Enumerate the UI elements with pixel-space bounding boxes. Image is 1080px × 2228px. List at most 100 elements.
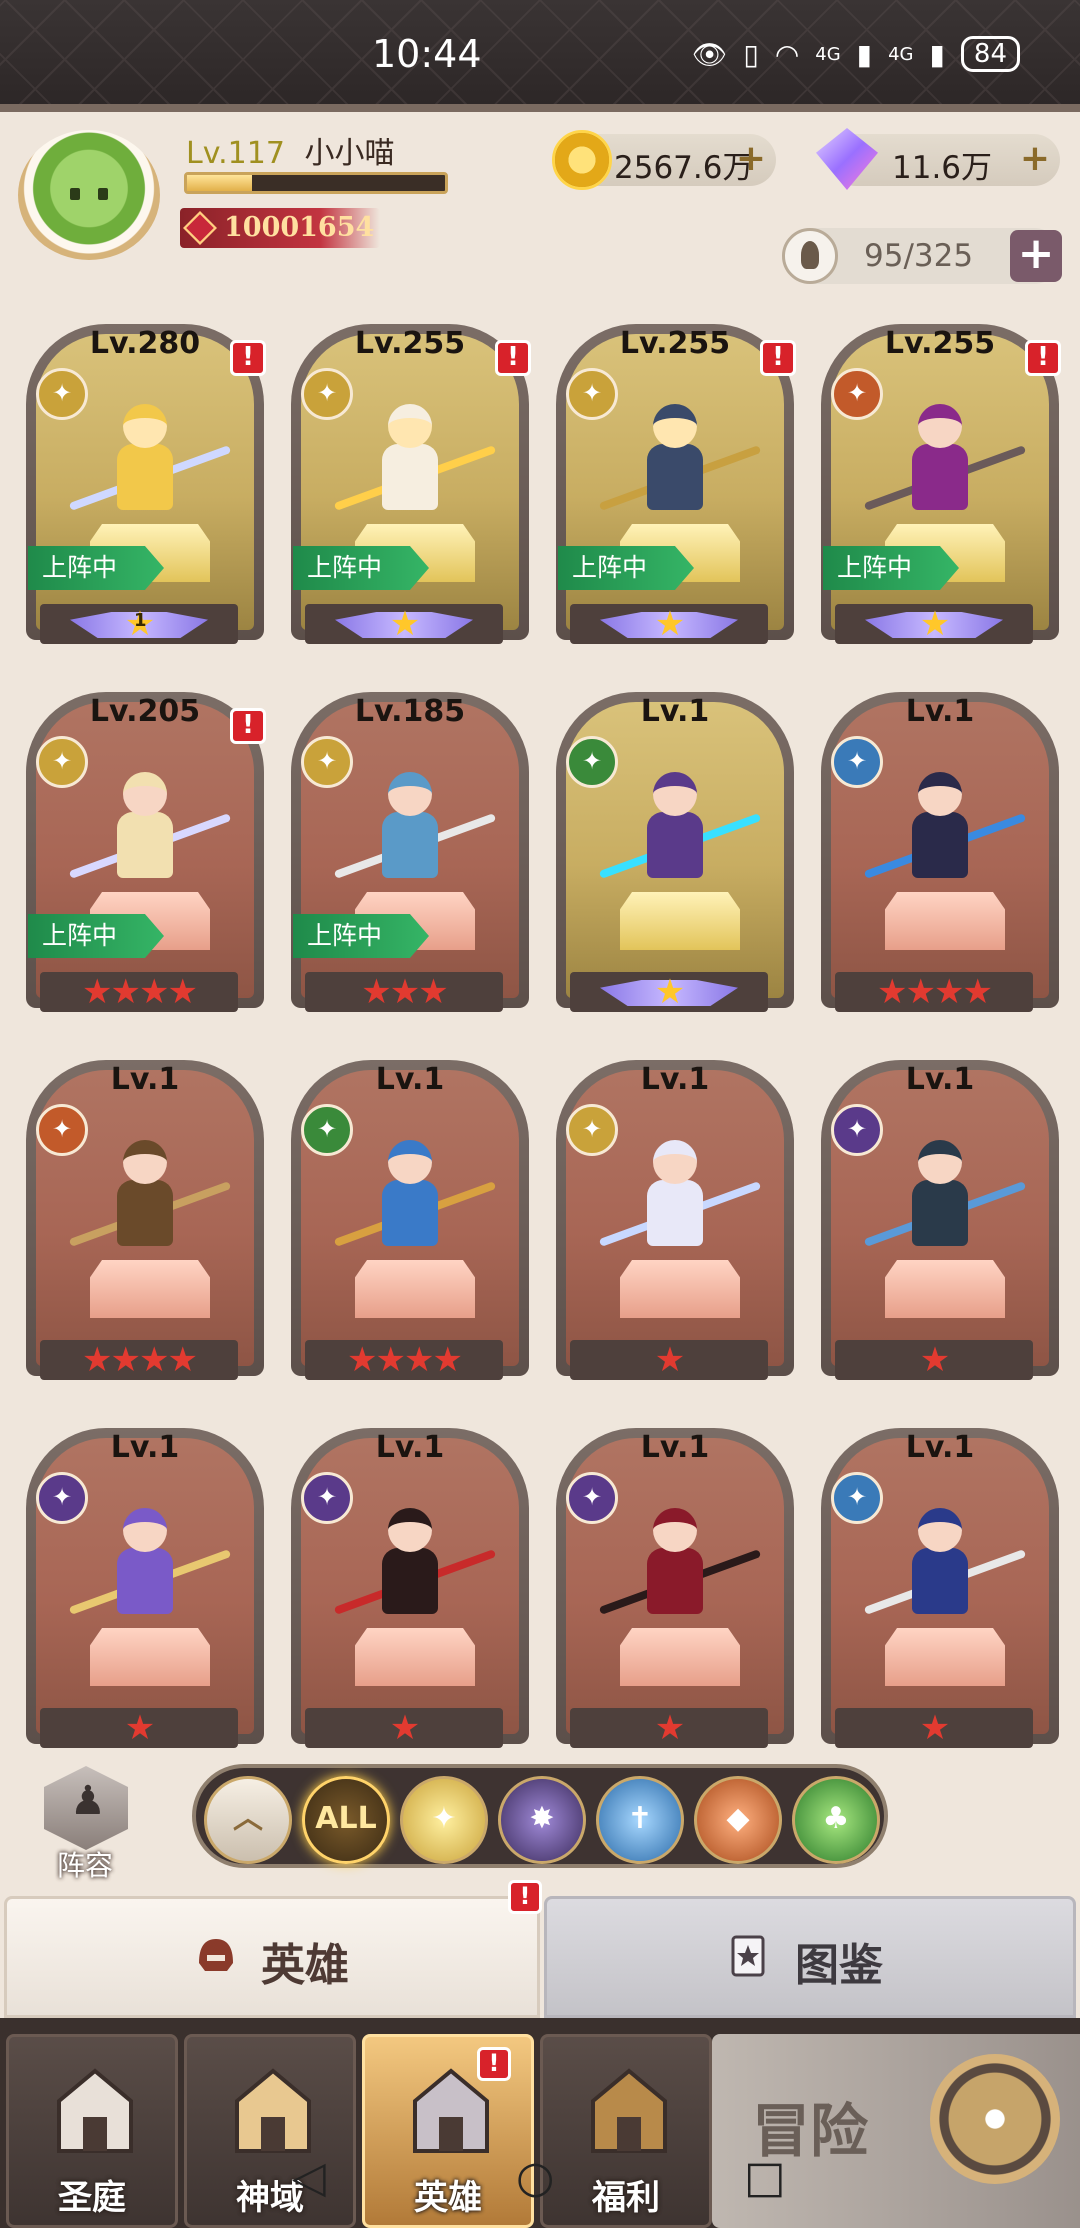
signal-label-2: 4G: [888, 43, 914, 65]
hero-star-bar: ★: [835, 1708, 1033, 1748]
player-name: 小小喵: [304, 136, 395, 171]
hero-card[interactable]: Lv.1 ✦ ★: [550, 682, 800, 1018]
tab-codex-label: 图鉴: [795, 1940, 883, 1991]
header-divider: [0, 104, 1080, 112]
hero-stars: ★: [389, 1708, 421, 1748]
system-back-icon[interactable]: ◁: [292, 2152, 326, 2203]
add-diamond-icon[interactable]: +: [1020, 138, 1050, 179]
exp-bar: [184, 172, 448, 194]
hero-card[interactable]: Lv.205 ✦! 上阵中 ★★★★: [20, 682, 270, 1018]
hero-star-bar: ★: [570, 1708, 768, 1748]
hero-card[interactable]: Lv.1 ✦ ★★★★: [285, 1050, 535, 1386]
filter-nature-icon[interactable]: ♣: [792, 1776, 880, 1864]
hero-card[interactable]: Lv.1 ✦ ★★★★: [815, 682, 1065, 1018]
deployed-tag: 上阵中: [28, 546, 164, 590]
eye-icon: 👁: [691, 37, 728, 71]
hero-star-count: 1: [134, 610, 147, 631]
gold-display[interactable]: 2567.6万 +: [552, 130, 776, 190]
hero-level: Lv.1: [110, 1062, 180, 1097]
tab-hero-label: 英雄: [261, 1940, 349, 1991]
hero-card[interactable]: Lv.255 ✦! 上阵中 ★: [285, 314, 535, 650]
hero-star-bar: ★★★★: [40, 972, 238, 1012]
hero-level: Lv.1: [640, 1062, 710, 1097]
hero-card[interactable]: Lv.1 ✦ ★: [815, 1418, 1065, 1754]
hero-body: [912, 1180, 968, 1246]
filter-holy-icon[interactable]: ✝: [596, 1776, 684, 1864]
faction-light-icon: ✦: [566, 1104, 618, 1156]
filter-collapse-icon[interactable]: ︿: [204, 1776, 292, 1864]
player-avatar[interactable]: [18, 130, 160, 260]
hero-card[interactable]: Lv.255 ✦! 上阵中 ★: [815, 314, 1065, 650]
gold-coin-icon: [552, 130, 612, 190]
hero-sprite: [863, 1508, 1027, 1628]
lineup-button[interactable]: 阵容: [30, 1766, 140, 1882]
hero-body: [117, 812, 173, 878]
faction-dark-icon: ✦: [566, 1472, 618, 1524]
hero-capacity: 95/325 +: [782, 228, 1062, 284]
hero-pedestal: [355, 1260, 475, 1318]
nav-chest[interactable]: 福利: [540, 2034, 712, 2228]
hero-level: Lv.1: [640, 1430, 710, 1465]
combat-power: 10001654: [180, 208, 380, 248]
deployed-tag: 上阵中: [823, 546, 959, 590]
deployed-tag: 上阵中: [558, 546, 694, 590]
diamond-display[interactable]: 11.6万 +: [816, 128, 1060, 190]
hero-pedestal: [620, 1260, 740, 1318]
hero-head: [653, 404, 697, 448]
avatar-eye-right: [98, 188, 108, 200]
hero-head: [388, 1140, 432, 1184]
nav-shrine-icon: [235, 2068, 311, 2153]
system-recent-icon[interactable]: □: [744, 2152, 786, 2203]
hero-card[interactable]: Lv.1 ✦ ★: [20, 1418, 270, 1754]
diamond-icon: [816, 128, 878, 190]
nav-castle[interactable]: 圣庭: [6, 2034, 178, 2228]
hero-sprite: [863, 1140, 1027, 1260]
add-gold-icon[interactable]: +: [736, 138, 766, 179]
hero-card[interactable]: Lv.1 ✦ ★★★★: [20, 1050, 270, 1386]
hero-head: [123, 1140, 167, 1184]
nav-label: 神域: [236, 2178, 304, 2218]
hero-head: [918, 1140, 962, 1184]
tab-hero[interactable]: 英雄: [4, 1896, 540, 2018]
hero-card[interactable]: Lv.1 ✦ ★: [285, 1418, 535, 1754]
hero-card[interactable]: Lv.185 ✦ 上阵中 ★★★: [285, 682, 535, 1018]
hero-sprite: [68, 772, 232, 892]
hero-card[interactable]: Lv.1 ✦ ★: [815, 1050, 1065, 1386]
hero-pedestal: [90, 1628, 210, 1686]
hero-card[interactable]: Lv.1 ✦ ★: [550, 1050, 800, 1386]
hero-star-bar: ★: [40, 1708, 238, 1748]
hero-sprite: [68, 1140, 232, 1260]
vibrate-icon: ▯: [743, 37, 759, 71]
hero-stars: ★: [919, 1340, 951, 1380]
hero-body: [912, 444, 968, 510]
nav-shrine[interactable]: 神域: [184, 2034, 356, 2228]
hero-body: [382, 1548, 438, 1614]
diamond-value: 11.6万: [892, 150, 993, 186]
tab-codex[interactable]: 图鉴: [544, 1896, 1076, 2018]
hero-sprite: [863, 772, 1027, 892]
hero-sprite: [333, 1508, 497, 1628]
tab-hero-alert-icon: !: [508, 1880, 542, 1914]
signal-label-1: 4G: [815, 43, 841, 65]
faction-holy-icon: ✦: [831, 1472, 883, 1524]
filter-dark-icon[interactable]: ✸: [498, 1776, 586, 1864]
expand-capacity-button[interactable]: +: [1010, 230, 1062, 282]
player-info: Lv.117 小小喵: [186, 128, 394, 172]
hero-card[interactable]: Lv.280 ✦! 上阵中 ★ 1: [20, 314, 270, 650]
filter-beast-icon[interactable]: ◆: [694, 1776, 782, 1864]
filter-all-button[interactable]: ALL: [302, 1776, 390, 1864]
hero-star-bar: ★★★★: [40, 1340, 238, 1380]
hero-body: [647, 812, 703, 878]
system-home-icon[interactable]: ○: [516, 2152, 554, 2203]
hero-pedestal: [885, 1260, 1005, 1318]
hero-star-bar: ★★★: [305, 972, 503, 1012]
hero-stars: ★: [919, 1708, 951, 1748]
hero-card[interactable]: Lv.1 ✦ ★: [550, 1418, 800, 1754]
hero-sprite: [598, 1140, 762, 1260]
nav-helmet[interactable]: 英雄!: [362, 2034, 534, 2228]
hero-level: Lv.1: [375, 1062, 445, 1097]
hero-card[interactable]: Lv.255 ✦! 上阵中 ★: [550, 314, 800, 650]
gold-value: 2567.6万: [614, 150, 754, 186]
filter-light-icon[interactable]: ✦: [400, 1776, 488, 1864]
hero-stars: ★: [919, 604, 951, 644]
